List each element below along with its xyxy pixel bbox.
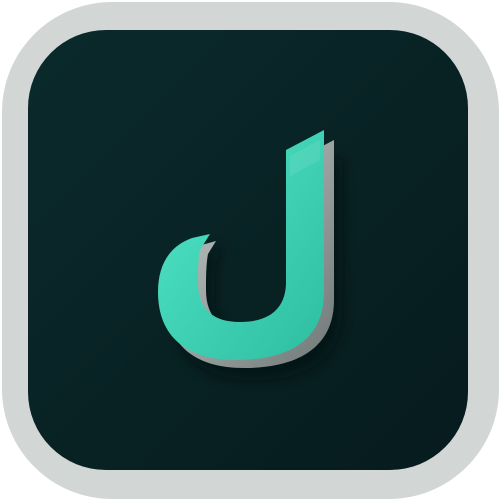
j-app-icon[interactable]: [0, 0, 501, 501]
icon-tile-background: [28, 30, 468, 470]
app-icon-canvas: [0, 0, 501, 501]
